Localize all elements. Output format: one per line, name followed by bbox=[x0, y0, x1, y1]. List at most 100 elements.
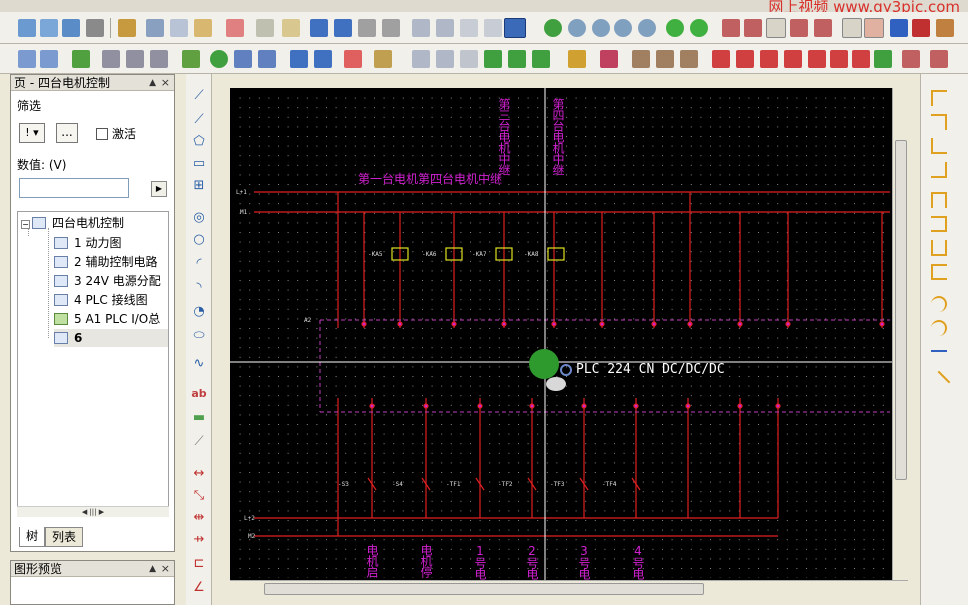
connector3-icon[interactable] bbox=[150, 50, 168, 68]
dock-icon[interactable]: ▲ bbox=[149, 75, 156, 91]
canvas-horizontal-scrollbar[interactable] bbox=[230, 580, 908, 596]
table5-icon[interactable] bbox=[814, 19, 832, 37]
dimension-radius-icon[interactable]: ⊏ bbox=[190, 556, 208, 572]
redo2-icon[interactable] bbox=[382, 19, 400, 37]
tab-tree[interactable]: 树 bbox=[19, 527, 46, 547]
insert-icon[interactable]: ⊞ bbox=[190, 178, 208, 194]
edit-icon[interactable] bbox=[234, 50, 252, 68]
zoom-in-icon[interactable] bbox=[592, 19, 610, 37]
extra-icon[interactable] bbox=[936, 19, 954, 37]
function-icon[interactable] bbox=[712, 50, 730, 68]
save-icon[interactable] bbox=[62, 19, 80, 37]
dimension-base-icon[interactable]: ⇸ bbox=[190, 532, 208, 548]
symbol4-icon[interactable] bbox=[680, 50, 698, 68]
dimension-angle-icon[interactable]: ∠ bbox=[190, 580, 208, 596]
cross2-icon[interactable] bbox=[931, 320, 947, 336]
redo-icon[interactable] bbox=[358, 19, 376, 37]
puzzle-icon[interactable] bbox=[72, 50, 90, 68]
cross-icon[interactable] bbox=[931, 296, 947, 312]
pin-icon[interactable]: ⟋ bbox=[190, 434, 208, 450]
tee-down-icon[interactable] bbox=[931, 192, 947, 208]
print-icon[interactable] bbox=[86, 19, 104, 37]
undo2-icon[interactable] bbox=[334, 19, 352, 37]
open-icon[interactable] bbox=[40, 19, 58, 37]
cut-icon[interactable] bbox=[146, 19, 164, 37]
tee-right-icon[interactable] bbox=[931, 264, 947, 280]
magnet-icon[interactable] bbox=[912, 19, 930, 37]
diagonal-icon[interactable] bbox=[927, 370, 951, 394]
tree-root[interactable]: − 四台电机控制 bbox=[21, 214, 124, 232]
filter-dropdown[interactable]: ! ▾ bbox=[19, 123, 45, 143]
image-icon[interactable]: ▬ bbox=[190, 410, 208, 426]
scroll-thumb[interactable] bbox=[895, 140, 907, 480]
collapse-icon[interactable]: − bbox=[21, 220, 30, 229]
table-icon[interactable] bbox=[722, 19, 740, 37]
zoom-fit-icon[interactable] bbox=[638, 19, 656, 37]
tree-item[interactable]: 1 动力图 bbox=[54, 234, 121, 252]
tree-item[interactable]: 2 辅助控制电路 bbox=[54, 253, 157, 271]
part-icon[interactable] bbox=[18, 50, 36, 68]
filter-button[interactable]: ... bbox=[56, 123, 78, 143]
scroll-thumb[interactable] bbox=[264, 583, 704, 595]
schematic-canvas[interactable]: L+1 M1 A2 L+2 M2 -KA5 -KA6 -KA7 -KA8 -S3 -S4 -TF1 -T… bbox=[230, 88, 908, 582]
arrow-left-icon[interactable] bbox=[508, 50, 526, 68]
circle-center-icon[interactable]: ◎ bbox=[190, 210, 208, 226]
window-icon[interactable] bbox=[504, 18, 526, 38]
rectangle-icon[interactable]: ▭ bbox=[190, 156, 208, 172]
tree-item[interactable]: 5 A1 PLC I/O总 bbox=[54, 310, 160, 328]
tree-item-selected[interactable]: 6 bbox=[54, 329, 168, 347]
function3-icon[interactable] bbox=[760, 50, 778, 68]
jump-icon[interactable] bbox=[931, 350, 947, 366]
arc-icon[interactable]: ◜ bbox=[190, 256, 208, 272]
table3-icon[interactable] bbox=[766, 18, 786, 38]
table2-icon[interactable] bbox=[744, 19, 762, 37]
spline-icon[interactable]: ∿ bbox=[190, 356, 208, 372]
doc-icon[interactable] bbox=[460, 50, 478, 68]
grid-icon[interactable] bbox=[484, 19, 502, 37]
paste-icon[interactable] bbox=[194, 19, 212, 37]
zoom-out-icon[interactable] bbox=[614, 19, 632, 37]
dock-icon[interactable]: ▲ bbox=[149, 561, 156, 577]
copy-page-icon[interactable] bbox=[412, 50, 430, 68]
sector-icon[interactable]: ◔ bbox=[190, 304, 208, 320]
function6-icon[interactable] bbox=[830, 50, 848, 68]
function4-icon[interactable] bbox=[784, 50, 802, 68]
symbol3-icon[interactable] bbox=[656, 50, 674, 68]
tools-icon[interactable] bbox=[118, 19, 136, 37]
tree-item[interactable]: 4 PLC 接线图 bbox=[54, 291, 148, 309]
symbol2-icon[interactable] bbox=[632, 50, 650, 68]
terminal2-icon[interactable] bbox=[930, 50, 948, 68]
apply-value-button[interactable]: ▶ bbox=[151, 181, 167, 197]
corner-topleft-icon[interactable] bbox=[931, 90, 947, 106]
undo-icon[interactable] bbox=[310, 19, 328, 37]
brush-icon[interactable] bbox=[282, 19, 300, 37]
symbol-icon[interactable] bbox=[600, 50, 618, 68]
close-icon[interactable]: × bbox=[161, 561, 170, 577]
connector2-icon[interactable] bbox=[126, 50, 144, 68]
new-page-icon[interactable] bbox=[18, 19, 36, 37]
format-icon[interactable] bbox=[256, 19, 274, 37]
polyline-icon[interactable]: ⟋ bbox=[190, 112, 208, 128]
corner-bottomleft-icon[interactable] bbox=[931, 138, 947, 154]
checkbox-box[interactable] bbox=[96, 127, 108, 140]
function2-icon[interactable] bbox=[736, 50, 754, 68]
arrow-right-icon[interactable] bbox=[532, 50, 550, 68]
connector-icon[interactable] bbox=[102, 50, 120, 68]
snap-icon[interactable] bbox=[864, 18, 884, 38]
remove-icon[interactable] bbox=[344, 50, 362, 68]
line-icon[interactable]: ⟋ bbox=[190, 88, 208, 104]
tree-horizontal-scrollbar[interactable]: ◀ ||| ▶ bbox=[17, 506, 169, 517]
close-icon[interactable]: × bbox=[161, 75, 170, 91]
arc2-icon[interactable]: ◝ bbox=[190, 280, 208, 296]
circle-icon[interactable]: ○ bbox=[190, 232, 208, 248]
ok-icon[interactable] bbox=[210, 50, 228, 68]
star-icon[interactable] bbox=[374, 50, 392, 68]
terminal-icon[interactable] bbox=[902, 50, 920, 68]
value-input[interactable] bbox=[19, 178, 129, 198]
copy-icon[interactable] bbox=[170, 19, 188, 37]
function5-icon[interactable] bbox=[808, 50, 826, 68]
zoom-window-icon[interactable] bbox=[568, 19, 586, 37]
ellipse-icon[interactable]: ⬭ bbox=[190, 328, 208, 344]
tree-item[interactable]: 3 24V 电源分配 bbox=[54, 272, 161, 290]
paste-page-icon[interactable] bbox=[436, 50, 454, 68]
